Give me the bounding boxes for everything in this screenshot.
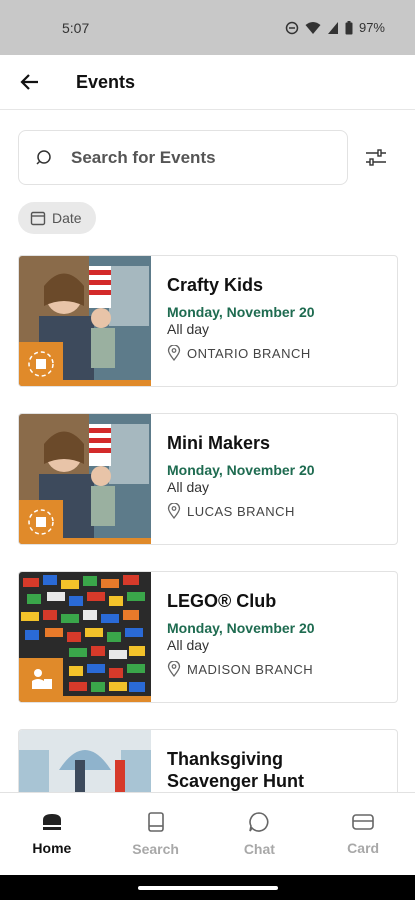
event-info: LEGO® Club Monday, November 20 All day M… [151, 572, 315, 702]
app-bar: Events [0, 55, 415, 110]
battery-icon [345, 20, 353, 34]
event-info: Mini Makers Monday, November 20 All day … [151, 414, 315, 544]
search-icon [36, 149, 51, 165]
chat-icon [249, 812, 269, 832]
bottom-nav: Home Search Chat Card [0, 792, 415, 875]
arrow-left-icon [20, 74, 38, 90]
signal-icon [327, 21, 338, 34]
event-location-label: LUCAS BRANCH [187, 503, 295, 519]
nav-card-label: Card [347, 840, 380, 856]
book-icon [147, 812, 164, 832]
event-card[interactable]: LEGO® Club Monday, November 20 All day M… [18, 571, 398, 703]
location-pin-icon [167, 345, 181, 361]
event-title-line1: Thanksgiving [167, 749, 284, 769]
program-badge [19, 342, 63, 386]
event-time: All day [167, 637, 210, 653]
event-title: Mini Makers [167, 433, 271, 453]
event-location: ONTARIO BRANCH [167, 345, 315, 361]
program-strip [63, 538, 151, 544]
nav-search[interactable]: Search [104, 793, 208, 875]
nav-chat-label: Chat [243, 841, 275, 857]
date-chip-label: Date [52, 210, 82, 226]
search-input[interactable]: Search for Events [18, 130, 348, 185]
nav-home[interactable]: Home [0, 793, 104, 875]
calendar-icon [30, 211, 46, 226]
status-bar: 5:07 97% [0, 0, 415, 55]
event-title: LEGO® Club [167, 591, 277, 611]
location-pin-icon [167, 503, 181, 519]
location-pin-icon [167, 661, 181, 677]
card-icon [352, 814, 374, 830]
event-time: All day [167, 321, 210, 337]
event-date: Monday, November 20 [167, 620, 315, 636]
event-thumbnail [19, 572, 151, 702]
program-badge [19, 658, 63, 702]
date-filter-chip[interactable]: Date [18, 202, 96, 234]
event-date: Monday, November 20 [167, 462, 315, 478]
event-title: Crafty Kids [167, 275, 264, 295]
event-card[interactable]: Mini Makers Monday, November 20 All day … [18, 413, 398, 545]
event-location: MADISON BRANCH [167, 661, 315, 677]
event-card[interactable]: Crafty Kids Monday, November 20 All day … [18, 255, 398, 387]
event-photo [19, 730, 151, 798]
status-icons: 97% [285, 20, 385, 35]
sliders-icon [366, 148, 386, 166]
program-badge [19, 500, 63, 544]
home-icon [42, 814, 61, 830]
back-button[interactable] [0, 55, 60, 110]
event-card[interactable]: Thanksgiving Scavenger Hunt [18, 729, 398, 799]
reader-icon [32, 669, 52, 689]
nav-search-label: Search [132, 841, 179, 857]
status-time: 5:07 [62, 19, 90, 36]
dnd-icon [285, 21, 299, 34]
event-thumbnail [19, 256, 151, 386]
search-placeholder: Search for Events [71, 147, 216, 167]
nav-card[interactable]: Card [311, 793, 415, 875]
nav-home-label: Home [32, 840, 72, 856]
event-location: LUCAS BRANCH [167, 503, 315, 519]
program-strip [63, 696, 151, 702]
program-strip [63, 380, 151, 386]
nav-chat[interactable]: Chat [208, 793, 312, 875]
event-thumbnail [19, 414, 151, 544]
search-row: Search for Events [18, 130, 398, 185]
event-thumbnail [19, 730, 151, 798]
events-list: Crafty Kids Monday, November 20 All day … [18, 255, 398, 825]
event-location-label: MADISON BRANCH [187, 661, 314, 677]
program-logo-icon [28, 351, 54, 377]
event-title-line2: Scavenger Hunt [167, 771, 305, 791]
event-info: Crafty Kids Monday, November 20 All day … [151, 256, 315, 386]
event-location-label: ONTARIO BRANCH [187, 345, 311, 361]
event-info: Thanksgiving Scavenger Hunt [151, 730, 304, 798]
event-time: All day [167, 479, 210, 495]
system-nav-bar [0, 875, 415, 900]
filter-button[interactable] [362, 144, 390, 172]
page-title: Events [76, 71, 136, 92]
battery-level: 97% [358, 20, 385, 35]
wifi-icon [305, 21, 321, 34]
home-gesture-handle[interactable] [137, 885, 278, 890]
program-logo-icon [28, 509, 54, 535]
event-date: Monday, November 20 [167, 304, 315, 320]
